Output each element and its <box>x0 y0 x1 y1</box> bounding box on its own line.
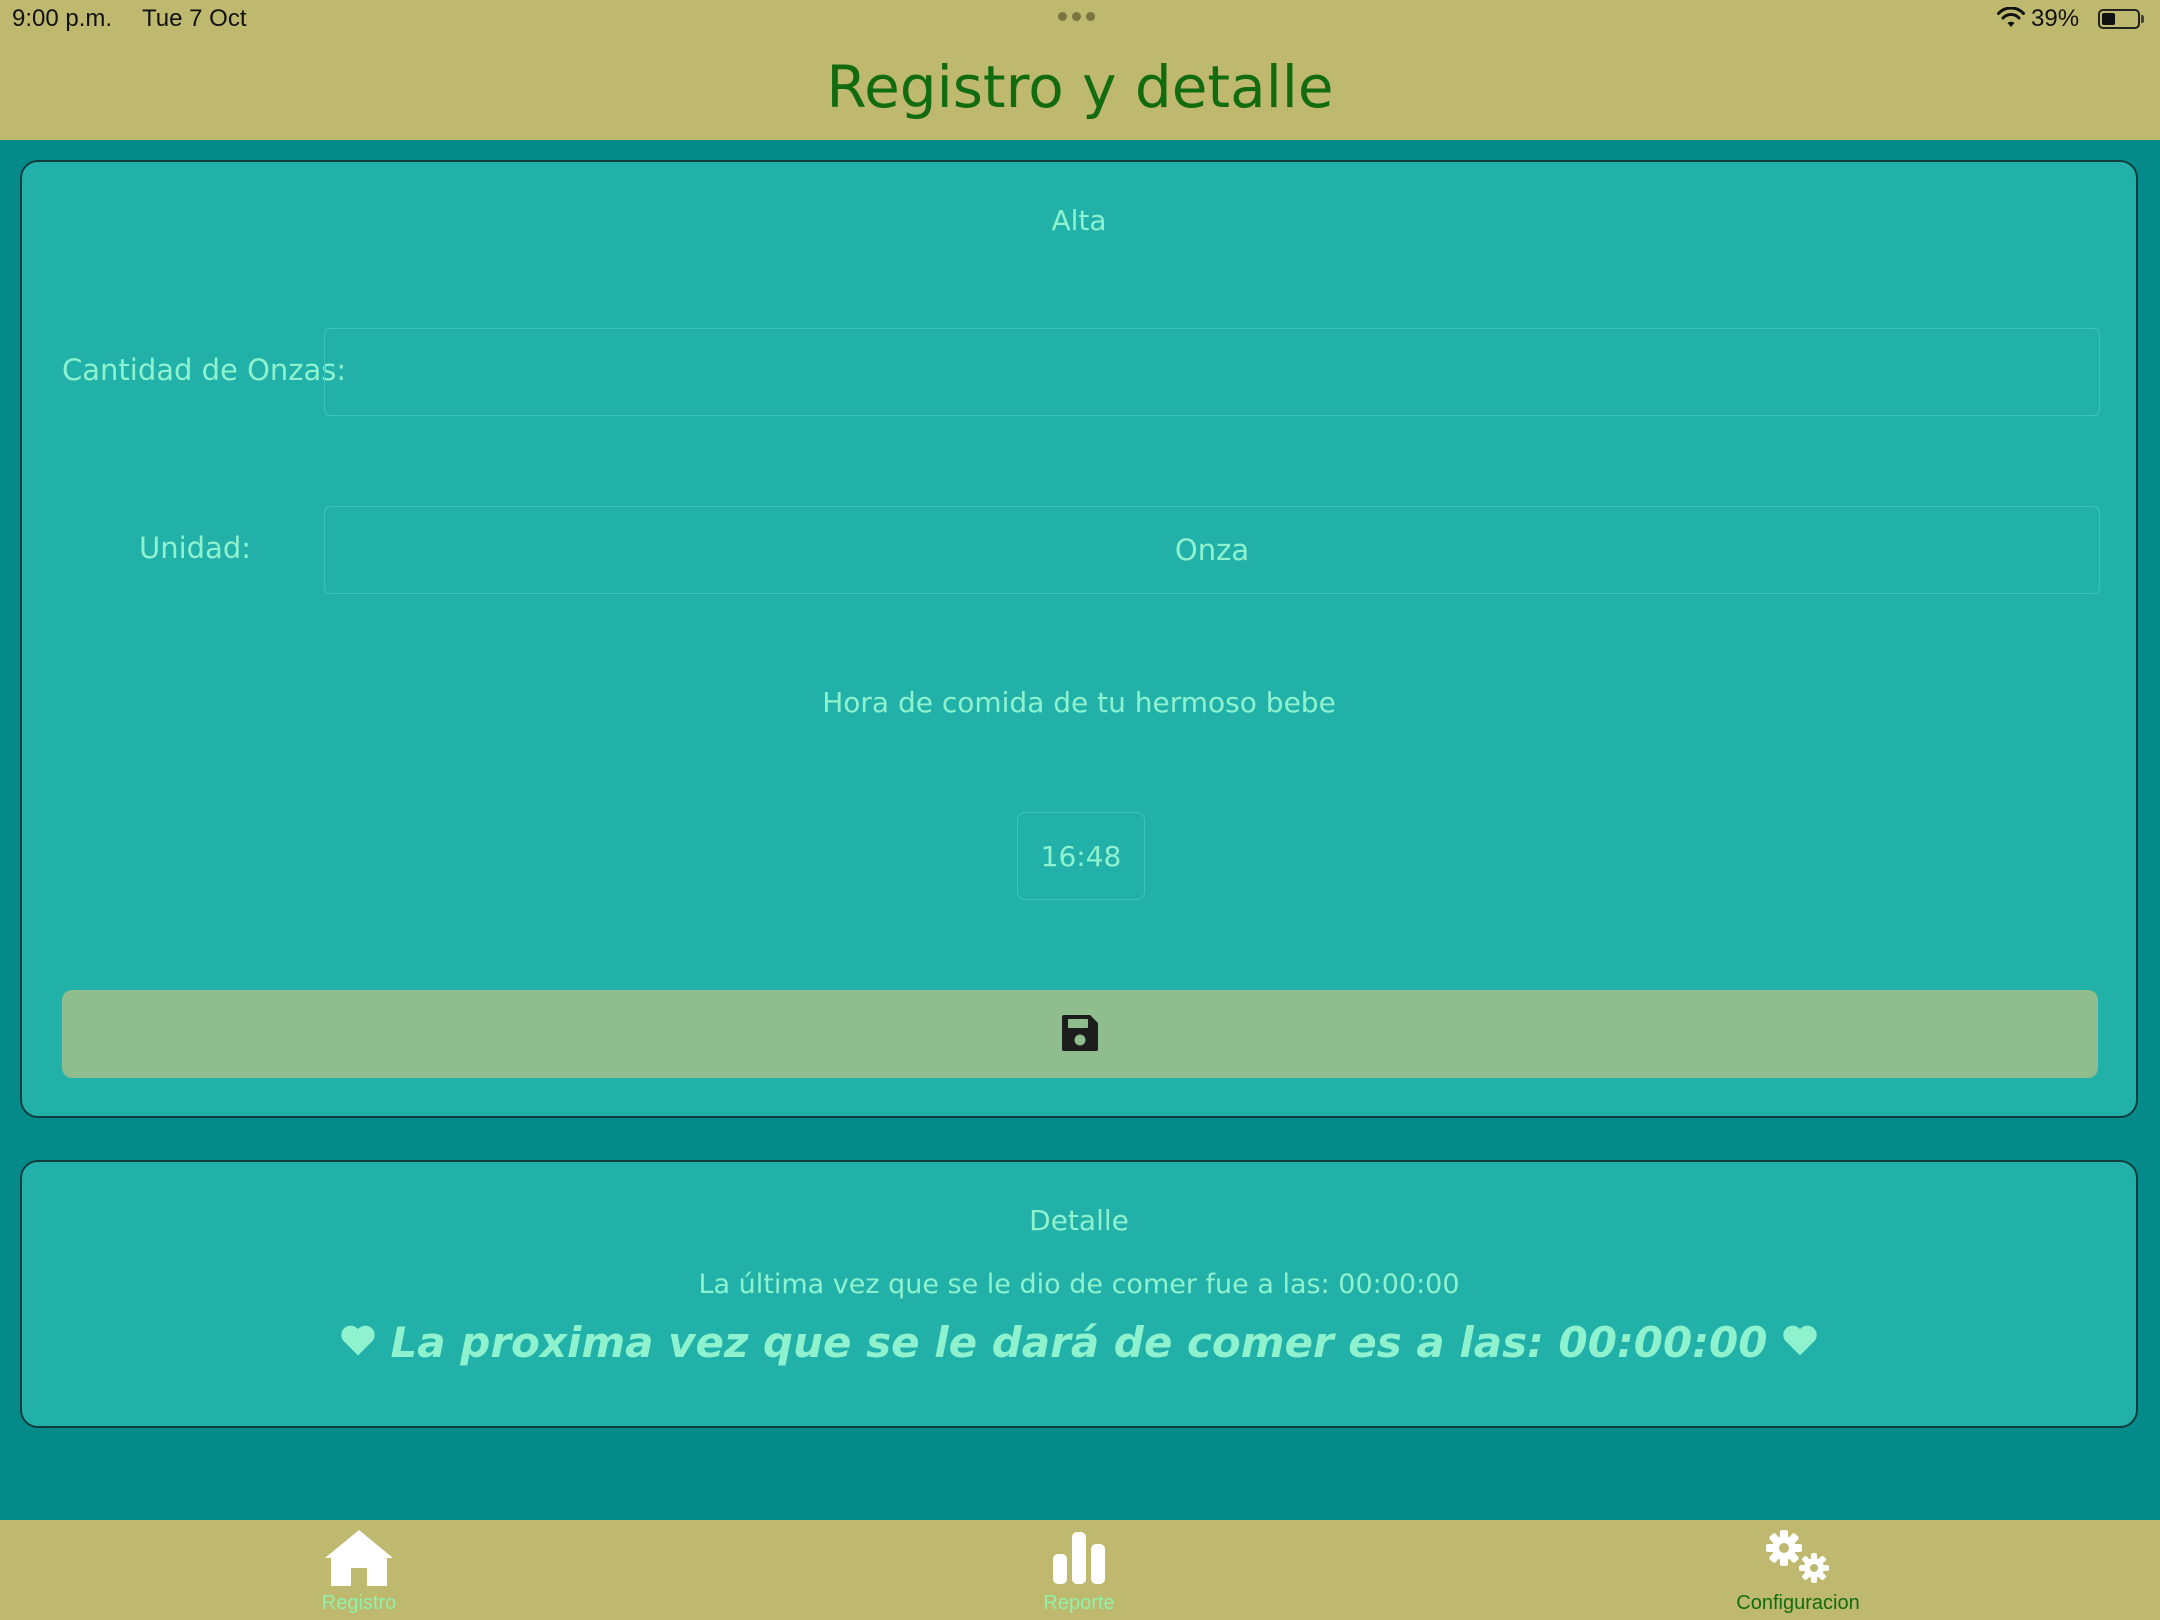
gears-icon <box>1648 1528 1948 1588</box>
time-value: 16:48 <box>1040 839 1122 873</box>
unidad-select[interactable]: Onza <box>324 506 2100 594</box>
time-picker[interactable]: 16:48 <box>1017 812 1145 900</box>
multitasking-dots-icon[interactable] <box>1058 12 1095 21</box>
nav-header: Registro y detalle <box>0 38 2160 140</box>
tab-registro[interactable]: Registro <box>209 1520 509 1620</box>
wifi-icon <box>1996 6 2026 38</box>
battery-percent: 39% <box>2031 5 2080 32</box>
tab-label-reporte: Reporte <box>1043 1592 1115 1614</box>
tab-configuracion[interactable]: Configuracion <box>1648 1520 1948 1620</box>
detalle-title: Detalle <box>1029 1204 1129 1237</box>
battery-icon <box>2098 9 2140 29</box>
heart-icon <box>1781 1318 1819 1367</box>
last-feed-text: La última vez que se le dio de comer fue… <box>698 1269 1460 1300</box>
unidad-value: Onza <box>1174 533 1250 567</box>
tab-label-registro: Registro <box>321 1592 397 1614</box>
hora-label: Hora de comida de tu hermoso bebe <box>822 686 1336 719</box>
onzas-label: Cantidad de Onzas: <box>62 353 347 387</box>
alta-card: Alta Cantidad de Onzas: Unidad: Onza Hor… <box>20 160 2138 1118</box>
home-icon <box>209 1528 509 1588</box>
unidad-label: Unidad: <box>139 531 252 565</box>
status-date: Tue 7 Oct <box>142 5 247 32</box>
onzas-input[interactable] <box>324 328 2100 416</box>
tab-reporte[interactable]: Reporte <box>929 1520 1229 1620</box>
status-bar: 9:00 p.m. Tue 7 Oct 39% <box>0 0 2160 38</box>
next-feed-line: La proxima vez que se le dará de comer e… <box>22 1318 2136 1367</box>
detalle-card: Detalle La última vez que se le dio de c… <box>20 1160 2138 1428</box>
save-button[interactable] <box>62 990 2098 1078</box>
tab-label-configuracion: Configuracion <box>1736 1592 1860 1614</box>
tab-bar: Registro Reporte Configuracion <box>0 1520 2160 1620</box>
page-title: Registro y detalle <box>826 53 1334 121</box>
status-time: 9:00 p.m. <box>12 5 113 32</box>
bar-chart-icon <box>929 1528 1229 1584</box>
alta-title: Alta <box>1051 204 1107 237</box>
heart-icon <box>339 1318 377 1367</box>
next-feed-text: La proxima vez que se le dará de comer e… <box>390 1318 1768 1367</box>
floppy-disk-icon <box>1060 1013 1100 1056</box>
